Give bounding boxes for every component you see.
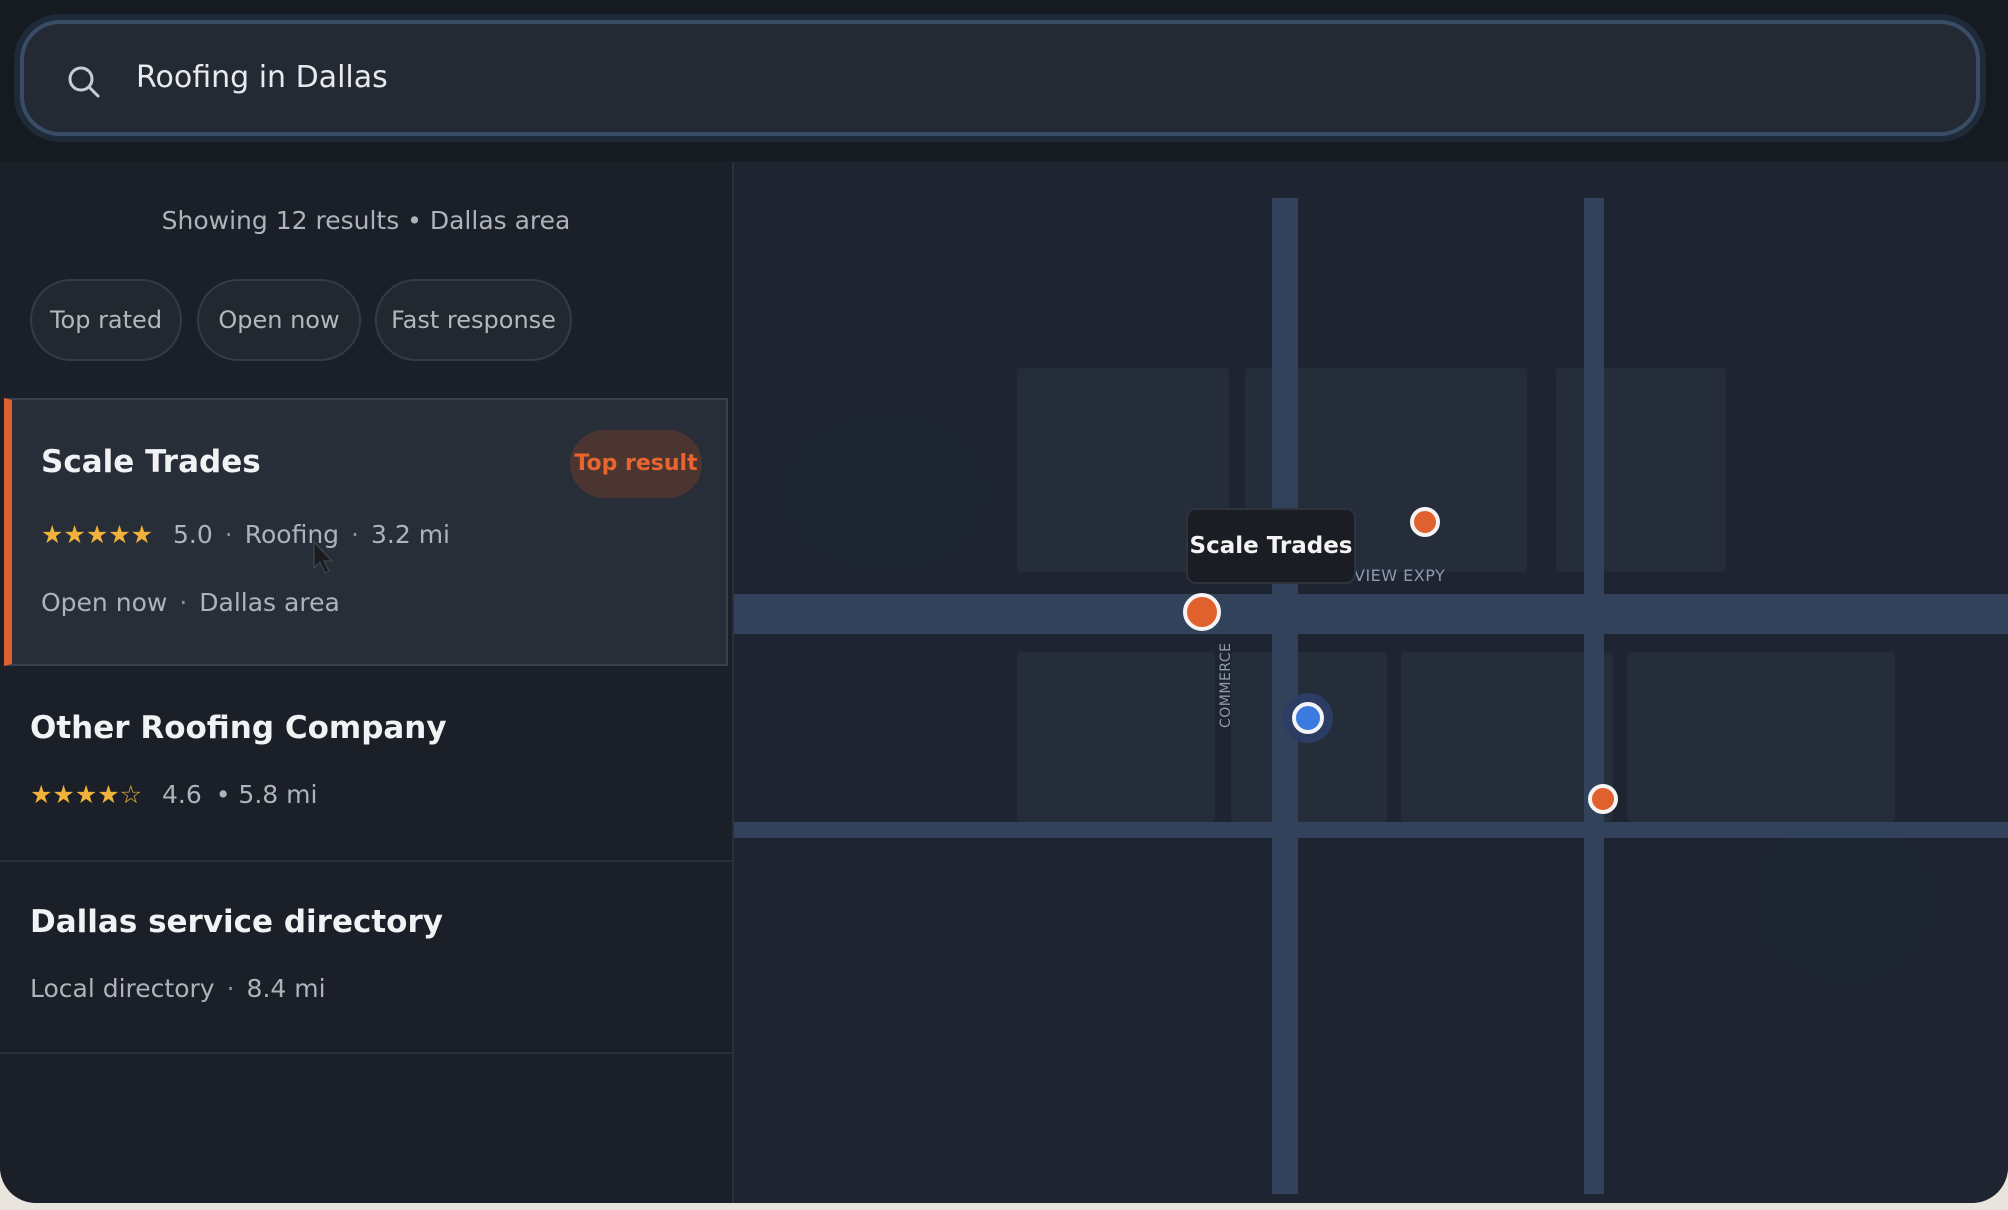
map-road [734, 822, 2008, 838]
result-title[interactable]: Other Roofing Company [30, 710, 447, 746]
result-meta: ★★★★☆ 4.6 • 5.8 mi [30, 780, 317, 809]
separator-dot: · [224, 520, 233, 549]
result-distance: • 5.8 mi [215, 780, 318, 809]
app-window: Roofing in Dallas Showing 12 results • D… [0, 0, 2008, 1203]
filter-chip-open-now[interactable]: Open now [197, 279, 361, 361]
search-icon [68, 66, 100, 98]
result-status-row: Open now · Dallas area [41, 588, 340, 617]
rating-value: 4.6 [162, 780, 202, 809]
result-distance: 8.4 mi [246, 974, 326, 1003]
mouse-cursor-icon [313, 540, 334, 575]
map-road [1584, 198, 1604, 1194]
rating-value: 5.0 [173, 520, 213, 549]
top-result-badge: Top result [570, 430, 702, 498]
result-card-dallas-directory[interactable]: Dallas service directory Local directory… [0, 862, 732, 1054]
map-pin[interactable] [1410, 507, 1440, 537]
result-meta: Local directory · 8.4 mi [30, 974, 326, 1003]
result-title[interactable]: Dallas service directory [30, 904, 443, 940]
open-status: Open now [41, 588, 168, 617]
results-summary: Showing 12 results • Dallas area [161, 206, 571, 235]
filter-chip-fast-response[interactable]: Fast response [375, 279, 572, 361]
search-input[interactable]: Roofing in Dallas [20, 20, 1980, 136]
result-type: Local directory [30, 974, 215, 1003]
search-header: Roofing in Dallas [0, 0, 2008, 164]
map-tooltip: Scale Trades [1186, 508, 1356, 584]
result-area: Dallas area [199, 588, 340, 617]
separator-dot: · [179, 588, 188, 617]
road-label-view-expy: VIEW EXPY [1354, 566, 1446, 585]
rating-stars: ★★★★★ [41, 520, 154, 549]
result-distance: 3.2 mi [371, 520, 451, 549]
user-location-dot [1292, 702, 1324, 734]
road-label-commerce: COMMERCE [1218, 642, 1234, 728]
map-park-area [1754, 822, 1934, 982]
map-park-area [784, 412, 984, 572]
map-block [1556, 368, 1726, 572]
map-pin[interactable] [1588, 784, 1618, 814]
filter-chip-top-rated[interactable]: Top rated [30, 279, 182, 361]
result-card-other-roofing[interactable]: Other Roofing Company ★★★★☆ 4.6 • 5.8 mi [0, 666, 732, 862]
map-block [1627, 652, 1895, 822]
result-meta: ★★★★★ 5.0 · Roofing · 3.2 mi [41, 520, 450, 549]
map-road-view-expy [734, 594, 2008, 634]
separator-dot: · [351, 520, 359, 549]
result-title[interactable]: Scale Trades [41, 444, 261, 480]
map-view[interactable]: VIEW EXPY COMMERCE Scale Trades [734, 162, 2008, 1203]
result-card-scale-trades[interactable]: Scale Trades Top result ★★★★★ 5.0 · Roofin… [4, 398, 728, 666]
map-block [1017, 652, 1215, 822]
rating-stars: ★★★★☆ [30, 780, 143, 809]
map-block [1401, 652, 1613, 822]
map-pin-selected[interactable] [1183, 593, 1221, 631]
search-query[interactable]: Roofing in Dallas [136, 24, 388, 132]
separator-dot: · [226, 974, 235, 1003]
results-panel: Showing 12 results • Dallas area Top rat… [0, 162, 734, 1203]
